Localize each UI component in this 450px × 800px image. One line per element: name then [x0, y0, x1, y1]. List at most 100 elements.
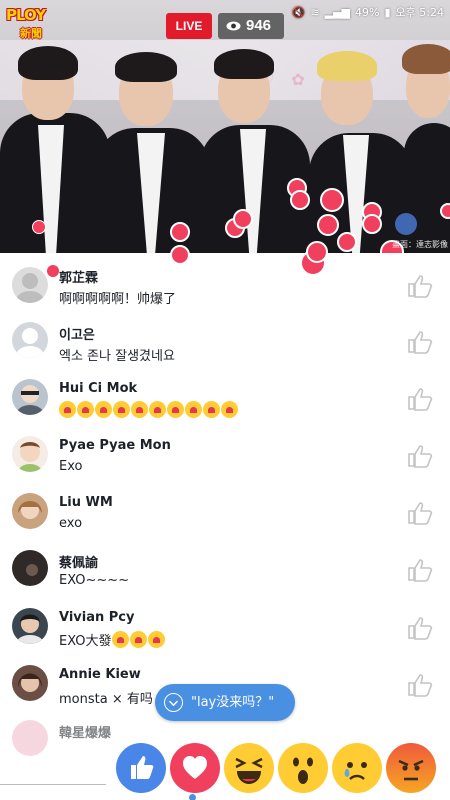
angry-face-icon — [398, 759, 424, 781]
comment-author[interactable]: 韓星爆爆 — [59, 722, 111, 741]
heart-eyes-emoji-icon — [59, 401, 76, 418]
performer-2 — [95, 48, 210, 253]
like-comment-icon[interactable] — [407, 387, 433, 411]
avatar[interactable] — [12, 322, 48, 358]
laughing-face-icon — [235, 757, 263, 784]
comment-text: 엑소 존나 잘생겼네요 — [59, 349, 175, 364]
performer-1 — [0, 38, 110, 253]
heart-icon — [183, 756, 207, 779]
heart-eyes-emoji-icon — [113, 401, 130, 418]
heart-eyes-emoji-icon — [221, 401, 238, 418]
comment-text: monsta × 有吗 — [59, 692, 153, 707]
comment-item: Vivian Pcy EXO大發 — [0, 600, 450, 657]
mute-icon: 🔇 — [291, 5, 306, 19]
comment-item: Liu WM exo — [0, 485, 450, 542]
heart-eyes-emoji-icon — [167, 401, 184, 418]
floating-heart-icon — [362, 214, 382, 234]
angry-reaction-button[interactable] — [386, 743, 436, 793]
comment-text: EXO~~~~ — [59, 573, 130, 588]
live-badge: LIVE — [166, 13, 212, 39]
thumbs-up-icon — [131, 756, 154, 779]
heart-eyes-emoji-icon — [185, 401, 202, 418]
heart-eyes-emoji-icon — [147, 631, 165, 648]
avatar[interactable] — [12, 608, 48, 644]
sad-face-icon — [344, 762, 367, 780]
comment-author[interactable]: Liu WM — [59, 495, 113, 510]
new-comment-pill[interactable]: "lay没来吗？" — [155, 684, 295, 721]
viewer-count: 946 — [246, 17, 272, 34]
new-comment-text: "lay没来吗？" — [191, 695, 275, 710]
comment-item: 郭芷霖 啊啊啊啊啊！帅爆了 — [0, 257, 450, 314]
floating-heart-icon — [170, 222, 190, 242]
status-bar: 🔇 ≋ ▂▄▆ 49% ▮ 오후 5:24 — [292, 4, 444, 20]
comment-item: 蔡佩諭 EXO~~~~ — [0, 542, 450, 599]
heart-eyes-emoji-icon — [129, 631, 147, 648]
avatar[interactable] — [12, 267, 48, 303]
emoji-group — [111, 631, 166, 649]
comment-item: Hui Ci Mok — [0, 371, 450, 428]
comment-author[interactable]: 郭芷霖 — [59, 267, 98, 286]
clock: 오후 5:24 — [395, 6, 444, 19]
live-video[interactable]: ♡ ✿ PLOY 新聞 LIVE 946 🔇 ≋ ▂▄▆ 49% ▮ 오후 5:… — [0, 0, 450, 253]
heart-eyes-emoji-icon — [131, 401, 148, 418]
wifi-icon: ≋ — [310, 5, 320, 19]
comment-author[interactable]: 蔡佩諭 — [59, 552, 98, 571]
avatar[interactable] — [12, 720, 48, 756]
battery-icon: ▮ — [384, 5, 391, 19]
floating-heart-icon — [440, 203, 450, 219]
avatar[interactable] — [12, 665, 48, 701]
like-comment-icon[interactable] — [407, 444, 433, 468]
viewer-count-badge: 946 — [218, 13, 284, 39]
like-comment-icon[interactable] — [407, 558, 433, 582]
floating-heart-icon — [32, 220, 46, 234]
avatar[interactable] — [12, 493, 48, 529]
like-comment-icon[interactable] — [407, 274, 433, 298]
comment-text: Exo — [59, 459, 83, 474]
sad-reaction-button[interactable] — [332, 743, 382, 793]
floating-heart-icon — [337, 232, 357, 252]
comment-text: EXO大發 — [59, 630, 166, 649]
floating-heart-icon — [317, 214, 339, 236]
floating-heart-icon — [320, 188, 344, 212]
like-comment-icon[interactable] — [407, 330, 433, 354]
avatar[interactable] — [12, 379, 48, 415]
comment-text: exo — [59, 516, 83, 531]
comment-author[interactable]: Annie Kiew — [59, 667, 141, 682]
love-reaction-button[interactable] — [170, 743, 220, 793]
comment-emoji-text — [59, 401, 239, 419]
wow-reaction-button[interactable] — [278, 743, 328, 793]
heart-eyes-emoji-icon — [95, 401, 112, 418]
avatar[interactable] — [12, 436, 48, 472]
floating-like-icon — [395, 213, 417, 235]
heart-eyes-emoji-icon — [111, 631, 129, 648]
ploy-news-logo: PLOY 新聞 — [6, 6, 46, 40]
comment-author[interactable]: Pyae Pyae Mon — [59, 438, 171, 453]
like-reaction-button[interactable] — [116, 743, 166, 793]
comment-author[interactable]: Hui Ci Mok — [59, 381, 137, 396]
chevron-down-icon — [164, 693, 183, 712]
floating-heart-icon — [233, 209, 253, 229]
comment-author[interactable]: 이고은 — [59, 324, 95, 343]
comment-item: 이고은 엑소 존나 잘생겼네요 — [0, 314, 450, 371]
like-comment-icon[interactable] — [407, 616, 433, 640]
reaction-indicator — [189, 794, 196, 800]
floating-heart-icon — [290, 190, 310, 210]
heart-eyes-emoji-icon — [203, 401, 220, 418]
comment-item: Pyae Pyae Mon Exo — [0, 428, 450, 485]
heart-eyes-emoji-icon — [149, 401, 166, 418]
comment-text-content: EXO大發 — [59, 634, 112, 649]
like-comment-icon[interactable] — [407, 501, 433, 525]
avatar[interactable] — [12, 550, 48, 586]
eye-icon — [226, 21, 241, 31]
performer-3 — [200, 43, 310, 253]
haha-reaction-button[interactable] — [224, 743, 274, 793]
signal-icon: ▂▄▆ — [324, 5, 351, 19]
heart-eyes-emoji-icon — [77, 401, 94, 418]
comment-input-line[interactable] — [0, 784, 106, 785]
comment-text: 啊啊啊啊啊！帅爆了 — [59, 292, 177, 307]
like-comment-icon[interactable] — [407, 673, 433, 697]
battery-level: 49% — [355, 5, 380, 19]
surprised-face-icon — [293, 757, 313, 784]
comment-author[interactable]: Vivian Pcy — [59, 610, 134, 625]
photo-credit: 畫面：達志影像 — [392, 240, 448, 249]
